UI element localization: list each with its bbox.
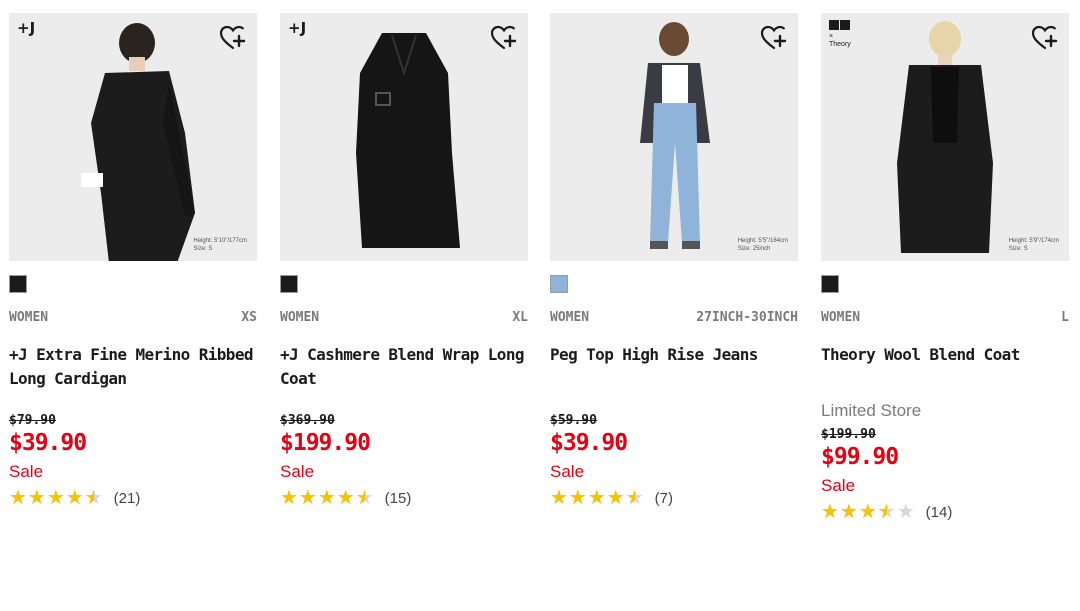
plus-j-badge: +J: [288, 19, 307, 37]
sale-flag: Sale: [550, 462, 585, 481]
product-meta: WOMEN 27INCH-30INCH: [550, 310, 798, 325]
rating[interactable]: ★★★★★★★★★★ (21): [9, 488, 257, 508]
color-swatch[interactable]: [280, 275, 298, 293]
rating[interactable]: ★★★★★★★★★★ (15): [280, 488, 528, 508]
product-meta: WOMEN L: [821, 310, 1069, 325]
limited-store-label: Limited Store: [821, 401, 922, 420]
original-price: $59.90: [550, 413, 597, 428]
product-image[interactable]: × Theory Height: 5'9"/174cm Size: S: [821, 13, 1069, 261]
category-label: WOMEN: [9, 310, 49, 325]
sale-price: $199.90: [280, 430, 371, 456]
product-image[interactable]: +J Height: 5'10"/177cm Size: S: [9, 13, 257, 261]
star-rating: ★★★★★★★★★★: [550, 487, 645, 509]
product-meta: WOMEN XL: [280, 310, 528, 325]
star-rating: ★★★★★★★★★★: [280, 487, 375, 509]
color-swatch[interactable]: [550, 275, 568, 293]
sale-price: $99.90: [821, 444, 899, 470]
product-card[interactable]: +J WOMEN XL +J Cashmere Blend Wrap Long …: [280, 13, 528, 508]
model-height-note: Height: 5'10"/177cm Size: S: [193, 238, 247, 252]
size-range: 27INCH-30INCH: [696, 310, 798, 325]
category-label: WOMEN: [550, 310, 590, 325]
product-card[interactable]: +J Height: 5'10"/177cm Size: S WOMEN XS …: [9, 13, 257, 508]
heart-plus-icon[interactable]: [219, 25, 247, 51]
review-count: (7): [654, 489, 673, 507]
original-price: $79.90: [9, 413, 56, 428]
product-meta: WOMEN XS: [9, 310, 257, 325]
sale-price: $39.90: [9, 430, 87, 456]
review-count: (15): [384, 489, 412, 507]
plus-j-badge: +J: [17, 19, 36, 37]
heart-plus-icon[interactable]: [1031, 25, 1059, 51]
product-image[interactable]: +J: [280, 13, 528, 261]
product-name[interactable]: Peg Top High Rise Jeans: [550, 343, 798, 413]
review-count: (14): [925, 503, 953, 521]
sale-flag: Sale: [9, 462, 44, 481]
product-image[interactable]: Height: 5'5"/164cm Size: 25inch: [550, 13, 798, 261]
category-label: WOMEN: [821, 310, 861, 325]
sale-price: $39.90: [550, 430, 628, 456]
star-rating: ★★★★★★★★★★: [821, 501, 916, 523]
product-grid: +J Height: 5'10"/177cm Size: S WOMEN XS …: [0, 0, 1080, 611]
heart-plus-icon[interactable]: [760, 25, 788, 51]
category-label: WOMEN: [280, 310, 320, 325]
original-price: $369.90: [280, 413, 335, 428]
uniqlo-x-theory-badge: × Theory: [829, 20, 857, 49]
model-height-note: Height: 5'9"/174cm Size: S: [1008, 238, 1059, 252]
model-height-note: Height: 5'5"/164cm Size: 25inch: [737, 238, 788, 252]
color-swatch[interactable]: [9, 275, 27, 293]
rating[interactable]: ★★★★★★★★★★ (7): [550, 488, 798, 508]
heart-plus-icon[interactable]: [490, 25, 518, 51]
sale-flag: Sale: [821, 476, 856, 495]
star-rating: ★★★★★★★★★★: [9, 487, 104, 509]
size-range: XS: [241, 310, 257, 325]
size-range: L: [1061, 310, 1069, 325]
original-price: $199.90: [821, 427, 876, 442]
review-count: (21): [113, 489, 141, 507]
product-name[interactable]: +J Extra Fine Merino Ribbed Long Cardiga…: [9, 343, 257, 413]
product-card[interactable]: × Theory Height: 5'9"/174cm Size: S WOME…: [821, 13, 1069, 522]
size-range: XL: [512, 310, 528, 325]
product-card[interactable]: Height: 5'5"/164cm Size: 25inch WOMEN 27…: [550, 13, 798, 508]
color-swatch[interactable]: [821, 275, 839, 293]
product-name[interactable]: +J Cashmere Blend Wrap Long Coat: [280, 343, 528, 413]
sale-flag: Sale: [280, 462, 315, 481]
rating[interactable]: ★★★★★★★★★★ (14): [821, 502, 1069, 522]
